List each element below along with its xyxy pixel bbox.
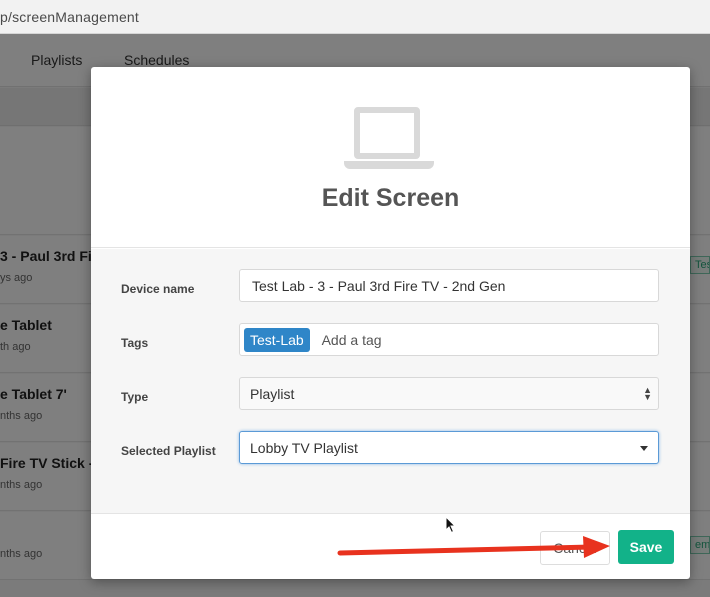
selected-playlist-dropdown[interactable]: Lobby TV Playlist: [239, 431, 659, 464]
type-select[interactable]: Playlist ▲ ▼: [239, 377, 659, 410]
tags-input[interactable]: Test-Lab Add a tag: [239, 323, 659, 356]
tag-chip[interactable]: Test-Lab: [244, 328, 310, 352]
modal-title: Edit Screen: [321, 184, 460, 212]
laptop-icon: [344, 107, 436, 171]
modal-header: Edit Screen: [91, 67, 690, 248]
device-name-label: Device name: [121, 282, 195, 296]
edit-screen-modal: Edit Screen Device name Test Lab - 3 - P…: [91, 67, 690, 579]
url-text[interactable]: p/screenManagement: [0, 9, 139, 25]
modal-body: Device name Test Lab - 3 - Paul 3rd Fire…: [91, 249, 690, 514]
add-tag-input[interactable]: Add a tag: [322, 332, 382, 348]
device-name-input[interactable]: Test Lab - 3 - Paul 3rd Fire TV - 2nd Ge…: [239, 269, 659, 302]
type-select-value: Playlist: [250, 386, 295, 402]
cancel-button[interactable]: Cancel: [540, 531, 610, 565]
selected-playlist-label: Selected Playlist: [121, 444, 216, 458]
modal-footer: Cancel Save: [91, 515, 690, 579]
mouse-cursor-icon: [445, 516, 457, 534]
type-label: Type: [121, 390, 149, 404]
updown-arrows-icon: ▲ ▼: [643, 385, 652, 402]
chevron-down-icon: [640, 446, 648, 451]
tags-label: Tags: [121, 336, 149, 350]
browser-address-bar[interactable]: p/screenManagement: [0, 0, 710, 34]
selected-playlist-value: Lobby TV Playlist: [250, 440, 358, 456]
save-button[interactable]: Save: [618, 530, 674, 564]
